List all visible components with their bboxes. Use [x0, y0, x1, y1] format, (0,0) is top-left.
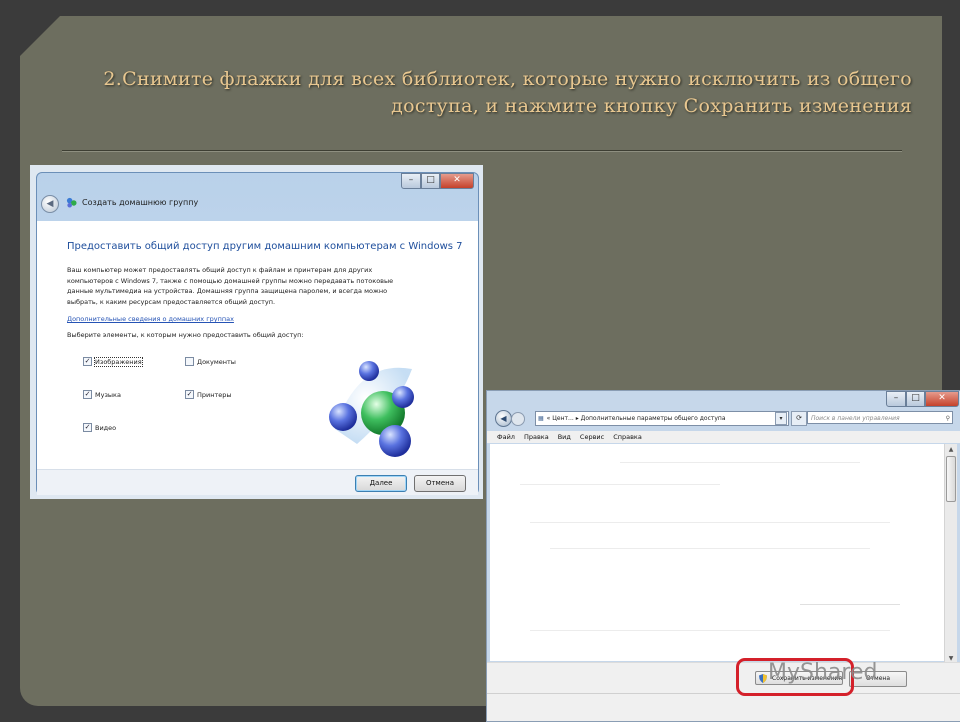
back-arrow-icon[interactable]: ◀: [495, 410, 512, 427]
checkbox-pictures-box[interactable]: ✓: [83, 357, 92, 366]
checkbox-documents-box[interactable]: [185, 357, 194, 366]
faint-line: [530, 630, 890, 631]
address-prefix: «: [546, 415, 551, 422]
dialog-footer: Далее Отмена: [37, 469, 478, 495]
slide-title-text: Снимите флажки для всех библиотек, котор…: [122, 68, 912, 117]
checkbox-printers-box[interactable]: ✓: [185, 390, 194, 399]
scrollbar-thumb[interactable]: [946, 456, 956, 502]
slide-title: 2.Снимите флажки для всех библиотек, кот…: [60, 66, 912, 120]
homegroup-spheres-icon: [329, 361, 414, 457]
watermark-logo: MyShared: [768, 660, 877, 685]
menu-file[interactable]: Файл: [497, 431, 515, 443]
faint-line: [800, 604, 900, 605]
search-icon[interactable]: ⚲: [946, 412, 950, 425]
checkbox-printers[interactable]: ✓ Принтеры: [185, 390, 232, 399]
dialog-header-title: Создать домашнюю группу: [82, 198, 199, 207]
minimize-icon[interactable]: –: [886, 391, 906, 407]
close-icon[interactable]: ✕: [925, 391, 959, 407]
window-controls: – □ ✕: [401, 173, 474, 189]
dialog-heading: Предоставить общий доступ другим домашни…: [67, 241, 463, 252]
maximize-icon[interactable]: □: [906, 391, 925, 407]
window2-controls: – □ ✕: [886, 391, 959, 407]
checkbox-music-label: Музыка: [95, 390, 121, 399]
dialog-body: Предоставить общий доступ другим домашни…: [37, 221, 478, 469]
refresh-icon[interactable]: ⟳: [791, 411, 807, 426]
address-dropdown-icon[interactable]: ▾: [775, 412, 787, 425]
dialog-frame: – □ ✕ ◀ Создать домашнюю группу Предоста…: [36, 172, 479, 495]
checkbox-documents[interactable]: Документы: [185, 357, 236, 366]
next-button[interactable]: Далее: [355, 475, 407, 492]
settings-content-area: [490, 444, 944, 661]
search-placeholder: Поиск в панели управления: [811, 415, 900, 422]
title-divider: [62, 150, 902, 152]
status-bar: [487, 693, 960, 721]
homegroup-icon: [66, 197, 77, 208]
navigation-bar: ◀ ▦ « Цент... ▸ Дополнительные параметры …: [487, 407, 960, 429]
address-crumb-2[interactable]: Дополнительные параметры общего доступа: [581, 415, 726, 422]
checkbox-printers-label: Принтеры: [197, 390, 232, 399]
search-input[interactable]: Поиск в панели управления ⚲: [807, 411, 953, 424]
slide-corner-cut: [20, 16, 60, 56]
menu-view[interactable]: Вид: [558, 431, 571, 443]
checkbox-video[interactable]: ✓ Видео: [83, 423, 116, 432]
address-crumb-1[interactable]: Цент...: [552, 415, 574, 422]
address-separator: ▸: [575, 415, 579, 422]
button-bar: Сохранить изменения Отмена: [487, 662, 960, 693]
close-icon[interactable]: ✕: [440, 173, 474, 189]
watermark-text: MyShared: [768, 660, 878, 685]
menu-tools[interactable]: Сервис: [580, 431, 604, 443]
dialog-description: Ваш компьютер может предоставлять общий …: [67, 266, 394, 306]
advanced-sharing-window-screenshot: – □ ✕ ◀ ▦ « Цент... ▸ Дополнительные пара…: [486, 390, 960, 722]
vertical-scrollbar[interactable]: ▲ ▼: [944, 444, 957, 664]
faint-line: [620, 462, 860, 463]
forward-arrow-icon[interactable]: [511, 412, 525, 426]
slide-title-number: 2.: [103, 68, 123, 90]
choose-items-label: Выберите элементы, к которым нужно предо…: [67, 331, 304, 339]
scroll-up-icon[interactable]: ▲: [946, 445, 956, 454]
faint-line: [550, 548, 870, 549]
dialog-header: ◀ Создать домашнюю группу: [37, 193, 478, 215]
checkbox-music-box[interactable]: ✓: [83, 390, 92, 399]
address-bar[interactable]: ▦ « Цент... ▸ Дополнительные параметры об…: [535, 411, 789, 426]
checkbox-video-box[interactable]: ✓: [83, 423, 92, 432]
menu-help[interactable]: Справка: [613, 431, 642, 443]
checkbox-video-label: Видео: [95, 423, 117, 432]
faint-line: [520, 484, 720, 485]
menu-edit[interactable]: Правка: [524, 431, 549, 443]
checkbox-documents-label: Документы: [197, 357, 236, 366]
minimize-icon[interactable]: –: [401, 173, 421, 189]
checkbox-pictures-label: Изображения: [94, 356, 143, 367]
menu-bar: Файл Правка Вид Сервис Справка: [487, 431, 960, 443]
maximize-icon[interactable]: □: [421, 173, 440, 189]
more-info-link[interactable]: Дополнительные сведения о домашних групп…: [67, 315, 234, 323]
control-panel-icon: ▦: [538, 415, 544, 422]
faint-line: [530, 522, 890, 523]
checkbox-pictures[interactable]: ✓ Изображения: [83, 356, 143, 367]
create-homegroup-dialog-screenshot: – □ ✕ ◀ Создать домашнюю группу Предоста…: [30, 165, 483, 499]
cancel-button[interactable]: Отмена: [414, 475, 466, 492]
back-arrow-icon[interactable]: ◀: [41, 195, 59, 213]
checkbox-music[interactable]: ✓ Музыка: [83, 390, 121, 399]
